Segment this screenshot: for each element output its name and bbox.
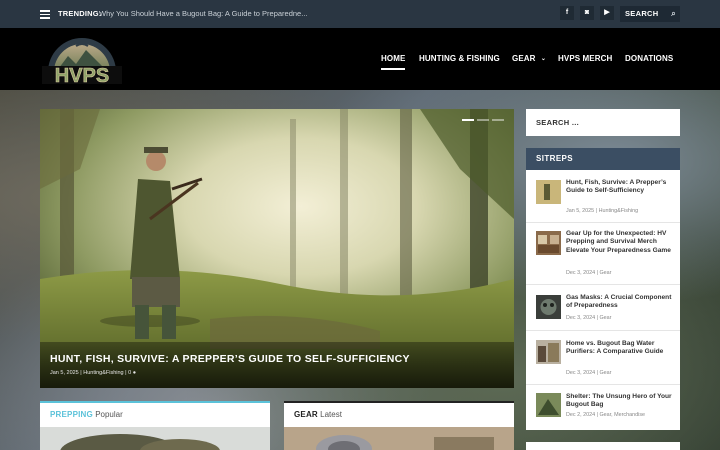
slider-dot[interactable] [462, 119, 474, 121]
hero-date: Jan 5, 2025 [50, 370, 79, 376]
slider-pagination[interactable] [462, 119, 504, 121]
category-box-gear: GEAR Latest [284, 401, 514, 450]
post-title[interactable]: Gear Up for the Unexpected: HV Prepping … [566, 230, 674, 255]
logo-text: HVPS [55, 65, 109, 86]
hero-meta: Jan 5, 2025 | Hunting&Fishing | 0 ● [50, 370, 137, 376]
list-item[interactable]: Gear Up for the Unexpected: HV Prepping … [526, 223, 680, 285]
nav-home[interactable]: HOME [381, 54, 405, 63]
sitreps-widget: SITREPS Hunt, Fish, Survive: A Prepper’s… [526, 148, 680, 430]
category-header: GEAR Latest [284, 403, 514, 427]
category-title[interactable]: GEAR [294, 410, 318, 419]
post-title[interactable]: Gas Masks: A Crucial Component of Prepar… [566, 294, 674, 311]
category-header: PREPPING Popular [40, 403, 270, 427]
post-thumbnail[interactable] [536, 340, 561, 364]
category-title[interactable]: PREPPING [50, 410, 93, 419]
facebook-icon[interactable]: f [560, 6, 574, 20]
list-item[interactable]: Shelter: The Unsung Hero of Your Bugout … [526, 385, 680, 430]
category-subtitle: Latest [320, 410, 342, 419]
category-image[interactable] [284, 427, 514, 450]
post-meta: Jan 5, 2025 | Hunting&Fishing [566, 208, 639, 214]
instagram-icon[interactable]: ◙ [580, 6, 594, 20]
hero-title[interactable]: HUNT, FISH, SURVIVE: A PREPPER’S GUIDE T… [50, 353, 410, 365]
menu-icon[interactable] [40, 10, 50, 19]
slider-dot[interactable] [492, 119, 504, 121]
trending-label: TRENDING: [58, 9, 102, 18]
sitreps-title: SITREPS [526, 148, 680, 170]
category-subtitle: Popular [95, 410, 123, 419]
trending-link[interactable]: Why You Should Have a Bugout Bag: A Guid… [99, 9, 307, 18]
youtube-icon[interactable]: ▶ [600, 6, 614, 20]
nav-donations[interactable]: DONATIONS [625, 54, 673, 63]
post-thumbnail[interactable] [536, 295, 561, 319]
hero-caption: HUNT, FISH, SURVIVE: A PREPPER’S GUIDE T… [40, 342, 514, 388]
featured-slider[interactable]: HUNT, FISH, SURVIVE: A PREPPER’S GUIDE T… [40, 109, 514, 388]
post-thumbnail[interactable] [536, 180, 561, 204]
hvps-logo[interactable]: HVPS [40, 32, 124, 86]
top-search-label: SEARCH [625, 9, 659, 18]
sidebar-search-input[interactable]: SEARCH ... [526, 109, 680, 136]
hero-comments-count[interactable]: 0 [128, 370, 131, 376]
post-meta: Dec 3, 2024 | Gear [566, 315, 612, 321]
list-item[interactable]: Gas Masks: A Crucial Component of Prepar… [526, 285, 680, 331]
post-thumbnail[interactable] [536, 231, 561, 255]
list-item[interactable]: Home vs. Bugout Bag Water Purifiers: A C… [526, 331, 680, 385]
nav-hunting-fishing[interactable]: HUNTING & FISHING [419, 54, 500, 63]
post-thumbnail[interactable] [536, 393, 561, 417]
post-title[interactable]: Home vs. Bugout Bag Water Purifiers: A C… [566, 340, 674, 357]
comment-icon: ● [132, 370, 137, 376]
post-title[interactable]: Shelter: The Unsung Hero of Your Bugout … [566, 393, 674, 410]
post-meta: Dec 3, 2024 | Gear [566, 270, 612, 276]
nav-active-indicator [381, 68, 405, 70]
category-image[interactable] [40, 427, 270, 450]
post-title[interactable]: Hunt, Fish, Survive: A Prepper’s Guide t… [566, 179, 674, 196]
category-box-prepping: PREPPING Popular [40, 401, 270, 450]
slider-dot[interactable] [477, 119, 489, 121]
nav-gear[interactable]: GEAR ⌄ [512, 54, 546, 63]
nav-gear-label: GEAR [512, 54, 536, 63]
sidebar-widget [526, 442, 680, 450]
site-header: HVPS HOME HUNTING & FISHING GEAR ⌄ HVPS … [0, 28, 720, 90]
post-meta: Dec 3, 2024 | Gear [566, 370, 612, 376]
nav-hvps-merch[interactable]: HVPS MERCH [558, 54, 612, 63]
search-icon[interactable]: ⌕ [671, 6, 676, 22]
list-item[interactable]: Hunt, Fish, Survive: A Prepper’s Guide t… [526, 170, 680, 223]
hero-category-link[interactable]: Hunting&Fishing [83, 370, 123, 376]
top-bar: TRENDING: Why You Should Have a Bugout B… [0, 0, 720, 28]
chevron-down-icon: ⌄ [540, 56, 546, 62]
post-meta: Dec 2, 2024 | Gear, Merchandise [566, 412, 646, 418]
top-search-input[interactable]: SEARCH ⌕ [620, 6, 680, 22]
